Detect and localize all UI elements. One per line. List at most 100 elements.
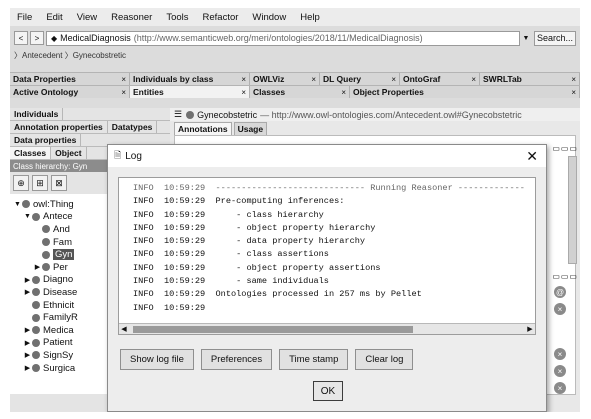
- tab-dl-query[interactable]: DL Query ×: [320, 73, 400, 85]
- close-icon[interactable]: ×: [241, 75, 246, 84]
- menu-refactor[interactable]: Refactor: [196, 12, 246, 23]
- close-icon[interactable]: ×: [241, 88, 246, 97]
- ok-button[interactable]: OK: [313, 381, 343, 401]
- left-tab-row: Individuals: [10, 108, 170, 121]
- scroll-right-icon[interactable]: ▶: [525, 325, 535, 333]
- expand-down-icon[interactable]: ▼: [23, 213, 32, 220]
- remove-icon[interactable]: ×: [554, 365, 566, 377]
- tab-data-properties-left[interactable]: Data properties: [10, 134, 82, 146]
- view-controls-icon[interactable]: ▭▭▭: [552, 272, 578, 281]
- tab-individuals-by-class[interactable]: Individuals by class ×: [130, 73, 250, 85]
- tab-annotations[interactable]: Annotations: [174, 121, 232, 135]
- log-line: INFO 10:59:29 - class assertions: [133, 249, 329, 260]
- ontology-name: MedicalDiagnosis: [60, 33, 131, 43]
- edit-icon[interactable]: @: [554, 286, 566, 298]
- chevron-down-icon[interactable]: ▼: [520, 35, 532, 42]
- delete-class-icon[interactable]: ⊠: [51, 175, 67, 191]
- log-line: INFO 10:59:29 --------------------------…: [133, 183, 525, 193]
- close-icon[interactable]: ×: [121, 75, 126, 84]
- tab-individuals[interactable]: Individuals: [10, 108, 64, 120]
- scroll-left-icon[interactable]: ◀: [119, 325, 129, 333]
- view-controls-icon[interactable]: ▭▭▭: [552, 144, 578, 153]
- forward-button[interactable]: >: [30, 31, 44, 45]
- close-icon[interactable]: ×: [311, 75, 316, 84]
- expand-right-icon[interactable]: ▶: [33, 263, 42, 271]
- expand-right-icon[interactable]: ▶: [23, 351, 32, 359]
- expand-right-icon[interactable]: ▶: [23, 276, 32, 284]
- close-icon[interactable]: ×: [471, 75, 476, 84]
- menu-help[interactable]: Help: [293, 12, 327, 23]
- tab-datatypes[interactable]: Datatypes: [108, 121, 158, 133]
- expand-down-icon[interactable]: ▼: [13, 201, 22, 208]
- close-icon[interactable]: ×: [571, 88, 576, 97]
- tab-label: Active Ontology: [13, 87, 79, 97]
- tab-classes[interactable]: Classes ×: [250, 86, 350, 98]
- tab-active-ontology[interactable]: Active Ontology ×: [10, 86, 130, 98]
- remove-icon[interactable]: ×: [554, 382, 566, 394]
- remove-icon[interactable]: ×: [554, 348, 566, 360]
- tab-label: OntoGraf: [403, 74, 441, 84]
- log-output[interactable]: INFO 10:59:29 --------------------------…: [118, 177, 536, 335]
- class-icon: [22, 200, 30, 209]
- class-icon: [42, 238, 50, 247]
- tab-swrltab[interactable]: SWRLTab ×: [480, 73, 580, 85]
- close-icon[interactable]: ×: [121, 88, 126, 97]
- menu-tools[interactable]: Tools: [159, 12, 195, 23]
- close-icon[interactable]: ×: [391, 75, 396, 84]
- menu-lines-icon[interactable]: ☰: [174, 109, 182, 120]
- tab-object-properties[interactable]: Object Properties ×: [350, 86, 580, 98]
- show-log-file-button[interactable]: Show log file: [120, 349, 194, 370]
- tab-usage[interactable]: Usage: [233, 121, 268, 135]
- clear-log-button[interactable]: Clear log: [355, 349, 414, 370]
- tab-classes-left[interactable]: Classes: [10, 147, 52, 159]
- tab-label: OWLViz: [253, 74, 285, 84]
- horizontal-scrollbar[interactable]: ◀ ▶: [119, 323, 535, 334]
- entity-uri: — http://www.owl-ontologies.com/Antecede…: [260, 109, 522, 120]
- ontology-selector[interactable]: ◆ MedicalDiagnosis (http://www.semanticw…: [46, 30, 520, 46]
- tab-data-properties[interactable]: Data Properties ×: [10, 73, 130, 85]
- menu-file[interactable]: File: [10, 12, 39, 23]
- expand-right-icon[interactable]: ▶: [23, 364, 32, 372]
- class-icon: [42, 250, 50, 259]
- dialog-button-row: Show log file Preferences Time stamp Cle…: [120, 349, 414, 370]
- expand-right-icon[interactable]: ▶: [23, 326, 32, 334]
- tab-row-top: Data Properties × Individuals by class × O…: [10, 72, 580, 85]
- class-icon: [186, 110, 195, 119]
- class-icon: [32, 326, 40, 335]
- log-lines: INFO 10:59:29 --------------------------…: [133, 182, 531, 315]
- log-line: INFO 10:59:29 - same individuals: [133, 276, 329, 287]
- tab-object-properties-left[interactable]: Object: [51, 147, 87, 159]
- scroll-thumb[interactable]: [133, 325, 413, 333]
- add-sibling-icon[interactable]: ⊞: [32, 175, 48, 191]
- time-stamp-button[interactable]: Time stamp: [279, 349, 349, 370]
- expand-right-icon[interactable]: ▶: [23, 288, 32, 296]
- tab-owlviz[interactable]: OWLViz ×: [250, 73, 320, 85]
- close-icon[interactable]: ×: [571, 75, 576, 84]
- tab-ontograf[interactable]: OntoGraf ×: [400, 73, 480, 85]
- tree-node-label: Per: [53, 261, 68, 273]
- close-icon[interactable]: ×: [341, 88, 346, 97]
- log-line: INFO 10:59:29 Pre-computing inferences:: [133, 196, 345, 207]
- class-icon: [32, 313, 40, 322]
- action-icons: @ ×: [554, 286, 566, 315]
- breadcrumb: 〉Antecedent 〉Gynecobstretic: [14, 51, 127, 60]
- log-line: INFO 10:59:29 - object property assertio…: [133, 262, 381, 273]
- menu-window[interactable]: Window: [245, 12, 293, 23]
- remove-icon[interactable]: ×: [554, 303, 566, 315]
- expand-right-icon[interactable]: ▶: [23, 339, 32, 347]
- scrollbar[interactable]: [568, 156, 577, 264]
- dialog-titlebar: 🗎 Log ✕: [108, 145, 546, 167]
- tab-annotation-properties[interactable]: Annotation properties: [10, 121, 108, 133]
- menu-reasoner[interactable]: Reasoner: [104, 12, 159, 23]
- back-button[interactable]: <: [14, 31, 28, 45]
- add-subclass-icon[interactable]: ⊕: [13, 175, 29, 191]
- tab-entities[interactable]: Entities ×: [130, 86, 250, 98]
- menu-edit[interactable]: Edit: [39, 12, 69, 23]
- close-icon[interactable]: ✕: [526, 148, 538, 165]
- search-button[interactable]: Search...: [534, 30, 576, 46]
- preferences-button[interactable]: Preferences: [200, 349, 273, 370]
- menu-view[interactable]: View: [70, 12, 104, 23]
- tab-label: Object Properties: [353, 87, 424, 97]
- tree-node-label: Fam: [53, 236, 72, 248]
- tree-node-label: Patient: [43, 337, 73, 349]
